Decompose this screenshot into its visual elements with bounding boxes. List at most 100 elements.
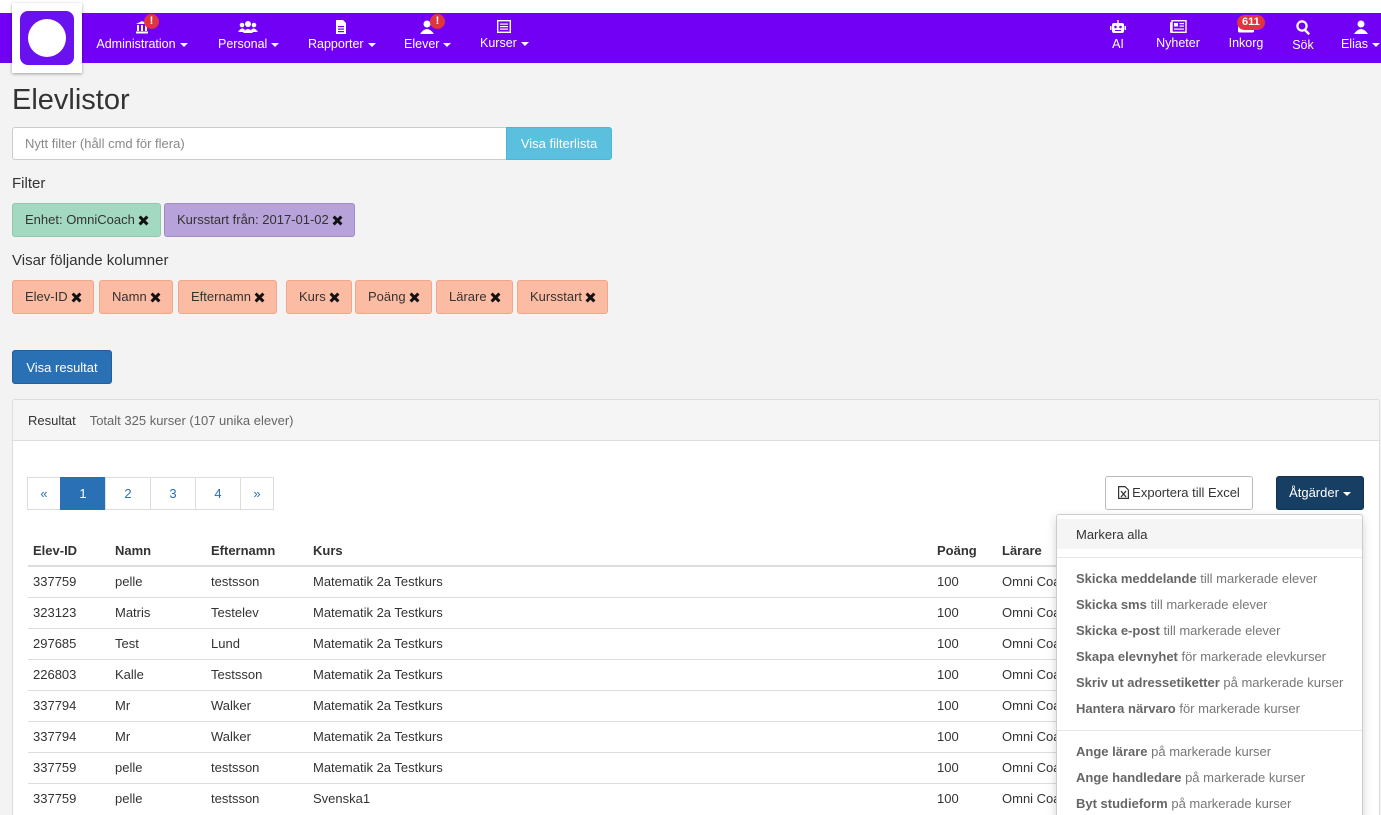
select-all-item[interactable]: Markera alla <box>1057 519 1362 549</box>
remove-icon[interactable] <box>330 293 339 302</box>
search-icon <box>1295 20 1310 35</box>
menu-item-action: Ange handledare <box>1076 770 1182 785</box>
cell-poang: 100 <box>932 627 997 659</box>
remove-icon[interactable] <box>410 293 419 302</box>
remove-icon[interactable] <box>72 293 81 302</box>
column-header[interactable]: Namn <box>110 536 206 567</box>
remove-icon[interactable] <box>255 293 264 302</box>
show-filterlist-button[interactable]: Visa filterlista <box>506 127 612 160</box>
cell-elev-id: 297685 <box>28 627 110 659</box>
alert-badge: ! <box>144 14 159 29</box>
column-tag: Namn <box>99 280 173 314</box>
menu-item[interactable]: Hantera närvaro för markerade kurser <box>1057 696 1362 722</box>
cell-poang: 100 <box>932 596 997 628</box>
cell-namn: Mr <box>110 720 206 752</box>
show-results-button[interactable]: Visa resultat <box>12 350 112 384</box>
menu-item-target: på markerade kurser <box>1167 796 1292 811</box>
nav-ai[interactable]: AI <box>1104 13 1132 63</box>
nav-label: AI <box>1112 37 1124 51</box>
nav-label: Inkorg <box>1228 36 1264 50</box>
menu-item[interactable]: Skicka meddelande till markerade elever <box>1057 566 1362 592</box>
caret-down-icon <box>271 42 280 47</box>
menu-item-target: på markerade kurser <box>1181 770 1306 785</box>
caret-down-icon <box>1372 42 1381 47</box>
alert-badge: ! <box>430 14 445 29</box>
cell-poang: 100 <box>932 751 997 783</box>
nav-kurser[interactable]: Kurser <box>480 13 529 63</box>
document-icon <box>336 20 346 34</box>
cell-kurs: Matematik 2a Testkurs <box>308 596 932 628</box>
nav-elever[interactable]: ! Elever <box>404 13 452 63</box>
caret-down-icon <box>179 42 188 47</box>
pagination-page[interactable]: 2 <box>105 477 151 510</box>
column-header[interactable]: Elev-ID <box>28 536 110 567</box>
logo[interactable] <box>12 3 82 73</box>
menu-item[interactable]: Skicka sms till markerade elever <box>1057 592 1362 618</box>
nav-rapporter[interactable]: Rapporter <box>308 13 376 63</box>
column-tag-label: Kursstart <box>530 289 583 304</box>
remove-icon[interactable] <box>151 293 160 302</box>
menu-item-target: på markerade kurser <box>1219 675 1344 690</box>
cell-namn: Mr <box>110 689 206 721</box>
cell-efternamn: Walker <box>206 689 308 721</box>
nav-user-menu[interactable]: Elias <box>1340 13 1381 63</box>
remove-icon[interactable] <box>586 293 595 302</box>
cell-namn: pelle <box>110 565 206 597</box>
column-tag: Kursstart <box>517 280 609 314</box>
remove-icon[interactable] <box>139 216 148 225</box>
menu-item-action: Skicka meddelande <box>1076 571 1197 586</box>
menu-item[interactable]: Byt studieform på markerade kurser <box>1057 791 1362 815</box>
pagination-page[interactable]: 1 <box>60 477 106 510</box>
cell-kurs: Matematik 2a Testkurs <box>308 565 932 597</box>
remove-icon[interactable] <box>491 293 500 302</box>
menu-item-action: Ange lärare <box>1076 744 1148 759</box>
pagination-page[interactable]: 4 <box>195 477 241 510</box>
menu-item-action: Hantera närvaro <box>1076 701 1176 716</box>
nav-nyheter[interactable]: Nyheter <box>1154 13 1202 63</box>
menu-item[interactable]: Ange lärare på markerade kurser <box>1057 739 1362 765</box>
export-excel-button[interactable]: Exportera till Excel <box>1105 476 1253 510</box>
pagination-page[interactable]: 3 <box>150 477 196 510</box>
column-header[interactable]: Efternamn <box>206 536 308 567</box>
remove-icon[interactable] <box>333 216 342 225</box>
cell-efternamn: testsson <box>206 565 308 597</box>
cell-elev-id: 337794 <box>28 689 110 721</box>
menu-item-action: Skicka e-post <box>1076 623 1160 638</box>
cell-poang: 100 <box>932 782 997 814</box>
results-panel-header: Resultat Totalt 325 kurser (107 unika ele… <box>13 400 1379 441</box>
cell-poang: 100 <box>932 658 997 690</box>
caret-down-icon <box>367 42 376 47</box>
menu-item-target: till markerade elever <box>1159 623 1281 638</box>
actions-button[interactable]: Åtgärder <box>1276 476 1364 510</box>
cell-efternamn: Walker <box>206 720 308 752</box>
actions-dropdown-menu: Markera alla Skicka meddelande till mark… <box>1056 514 1363 815</box>
cell-kurs: Svenska1 <box>308 782 932 814</box>
column-header[interactable]: Poäng <box>932 536 997 567</box>
cell-elev-id: 323123 <box>28 596 110 628</box>
column-header[interactable]: Kurs <box>308 536 932 567</box>
cell-namn: Kalle <box>110 658 206 690</box>
inbox-count-badge: 611 <box>1237 15 1265 30</box>
menu-item[interactable]: Skicka e-post till markerade elever <box>1057 618 1362 644</box>
nav-inkorg[interactable]: 611 Inkorg <box>1226 13 1266 63</box>
nav-personal[interactable]: Personal <box>218 13 280 63</box>
cell-poang: 100 <box>932 565 997 597</box>
menu-item-target: till markerade elever <box>1196 571 1318 586</box>
pagination-next[interactable]: » <box>240 477 274 510</box>
divider <box>1057 730 1362 731</box>
nav-label: Elever <box>404 37 440 51</box>
menu-item[interactable]: Skapa elevnyhet för markerade elevkurser <box>1057 644 1362 670</box>
menu-item[interactable]: Ange handledare på markerade kurser <box>1057 765 1362 791</box>
filter-input[interactable] <box>12 127 507 160</box>
nav-administration[interactable]: ! Administration <box>96 13 188 63</box>
cell-efternamn: testsson <box>206 751 308 783</box>
cell-namn: Matris <box>110 596 206 628</box>
menu-item[interactable]: Skriv ut adressetiketter på markerade ku… <box>1057 670 1362 696</box>
nav-sok[interactable]: Sök <box>1290 13 1316 63</box>
filter-heading: Filter <box>12 175 46 192</box>
pagination-prev[interactable]: « <box>27 477 61 510</box>
menu-item-action: Skapa elevnyhet <box>1076 649 1178 664</box>
newspaper-icon <box>1169 20 1187 33</box>
menu-item-target: för markerade kurser <box>1175 701 1300 716</box>
nav-label: Personal <box>218 37 268 51</box>
